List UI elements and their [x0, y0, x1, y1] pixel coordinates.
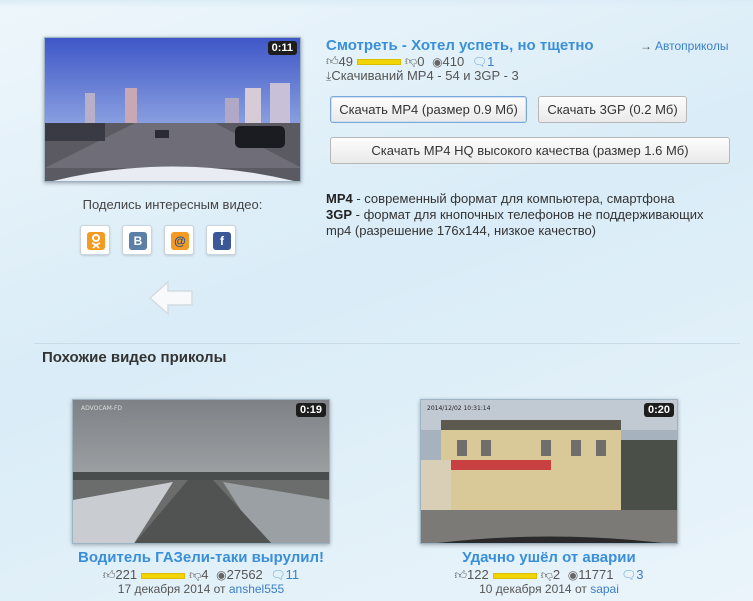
video-title[interactable]: Смотреть - Хотел успеть, но тщетно	[326, 37, 594, 54]
category-link[interactable]: → Автоприколы	[640, 39, 728, 53]
eye-icon: ◉	[432, 54, 443, 69]
by-label: от	[213, 582, 226, 596]
format-description: MP4 - современный формат для компьютера,…	[326, 191, 716, 239]
download-3gp-button[interactable]: Скачать 3GP (0.2 Мб)	[538, 96, 687, 123]
dislikes-count: 4	[201, 567, 209, 582]
publish-date: 17 декабря 2014	[117, 582, 211, 596]
download-mp4-button[interactable]: Скачать MP4 (размер 0.9 Мб)	[330, 96, 527, 123]
share-mailru-button[interactable]: @	[164, 225, 194, 255]
duration-badge: 0:20	[643, 403, 674, 417]
related-video-thumbnail[interactable]: ADVOCAM-FD 0:19	[72, 399, 330, 544]
comment-icon: 🗨︎	[621, 568, 637, 582]
comments-count[interactable]: 11	[286, 567, 300, 582]
views-count: 27562	[226, 567, 263, 582]
related-video-meta: 10 декабря 2014 от sapai	[420, 582, 678, 596]
svg-text:2014/12/02 10:31:14: 2014/12/02 10:31:14	[427, 405, 491, 412]
3gp-text: - формат для кнопочных телефонов не подд…	[326, 207, 704, 238]
related-section-title: Похожие видео приколы	[42, 349, 227, 366]
share-odnoklassniki-button[interactable]	[80, 225, 110, 255]
duration-badge: 0:11	[267, 41, 297, 55]
thumbs-up-icon[interactable]: 👍︎	[326, 54, 339, 69]
related-video-thumbnail[interactable]: 2014/12/02 10:31:14 0:20	[420, 399, 678, 544]
video-stats: 👍︎49 👎︎0 ◉410 🗨︎1	[326, 53, 494, 69]
main-video-thumbnail[interactable]: 0:11	[44, 37, 301, 182]
share-facebook-button[interactable]: f	[206, 225, 236, 255]
download-count: ⤓Скачиваний MP4 - 54 и 3GP - 3	[326, 68, 519, 84]
related-video-meta: 17 декабря 2014 от anshel555	[72, 582, 330, 596]
thumbs-down-icon[interactable]: 👎︎	[541, 568, 553, 583]
share-label: Поделись интересным видео:	[82, 197, 263, 212]
rating-bar	[492, 572, 537, 579]
video-frame-image: ADVOCAM-FD	[73, 400, 329, 543]
related-video-card: 2014/12/02 10:31:14 0:20 Удачно ушёл от …	[420, 399, 678, 596]
rating-bar	[141, 572, 186, 579]
vkontakte-icon: B	[129, 232, 147, 250]
views-count: 410	[442, 54, 465, 70]
3gp-label: 3GP	[326, 207, 353, 222]
video-frame-image	[45, 38, 300, 181]
mp4-label: MP4	[326, 191, 353, 206]
download-mp4-hq-button[interactable]: Скачать MP4 HQ высокого качества (размер…	[330, 137, 730, 164]
dislikes-count: 0	[417, 54, 425, 70]
comment-icon: 🗨︎	[471, 54, 488, 69]
share-vkontakte-button[interactable]: B	[122, 225, 152, 255]
thumbs-down-icon[interactable]: 👎︎	[189, 568, 201, 583]
thumbs-up-icon[interactable]: 👍︎	[454, 568, 467, 583]
likes-count: 221	[115, 567, 138, 582]
download-count-text: Скачиваний MP4 - 54 и 3GP - 3	[331, 68, 519, 83]
related-video-stats: 👍︎122 👎︎2 ◉11771 🗨︎3	[420, 567, 678, 583]
arrow-right-icon: →	[640, 39, 652, 53]
related-video-title[interactable]: Удачно ушёл от аварии	[420, 549, 678, 566]
likes-count: 49	[338, 54, 354, 70]
comments-count[interactable]: 3	[636, 567, 643, 582]
by-label: от	[574, 582, 587, 596]
eye-icon: ◉	[216, 568, 227, 582]
back-arrow-icon[interactable]	[146, 278, 198, 318]
author-link[interactable]: sapai	[590, 582, 619, 596]
author-link[interactable]: anshel555	[229, 582, 284, 596]
eye-icon: ◉	[567, 568, 579, 582]
svg-text:ADVOCAM-FD: ADVOCAM-FD	[81, 405, 122, 412]
likes-count: 122	[467, 567, 489, 582]
related-video-card: ADVOCAM-FD 0:19 Водитель ГАЗели-таки выр…	[72, 399, 330, 596]
section-divider	[34, 343, 740, 344]
category-label: Автоприколы	[655, 39, 729, 53]
comments-count[interactable]: 1	[487, 54, 494, 69]
top-shade	[0, 0, 753, 8]
publish-date: 10 декабря 2014	[479, 582, 572, 596]
views-count: 11771	[578, 567, 614, 582]
mp4-text: - современный формат для компьютера, сма…	[352, 191, 675, 206]
video-frame-image: 2014/12/02 10:31:14	[421, 400, 677, 543]
rating-bar	[357, 58, 402, 65]
thumbs-up-icon[interactable]: 👍︎	[103, 568, 116, 583]
odnoklassniki-icon	[87, 232, 105, 250]
dislikes-count: 2	[552, 567, 561, 582]
thumbs-down-icon[interactable]: 👎︎	[405, 54, 417, 69]
related-video-stats: 👍︎221 👎︎4 ◉27562 🗨︎11	[72, 567, 330, 583]
related-video-title[interactable]: Водитель ГАЗели-таки вырулил!	[72, 549, 330, 566]
comment-icon: 🗨︎	[270, 568, 286, 582]
duration-badge: 0:19	[295, 403, 326, 417]
facebook-icon: f	[213, 232, 231, 250]
mailru-icon: @	[171, 232, 189, 250]
